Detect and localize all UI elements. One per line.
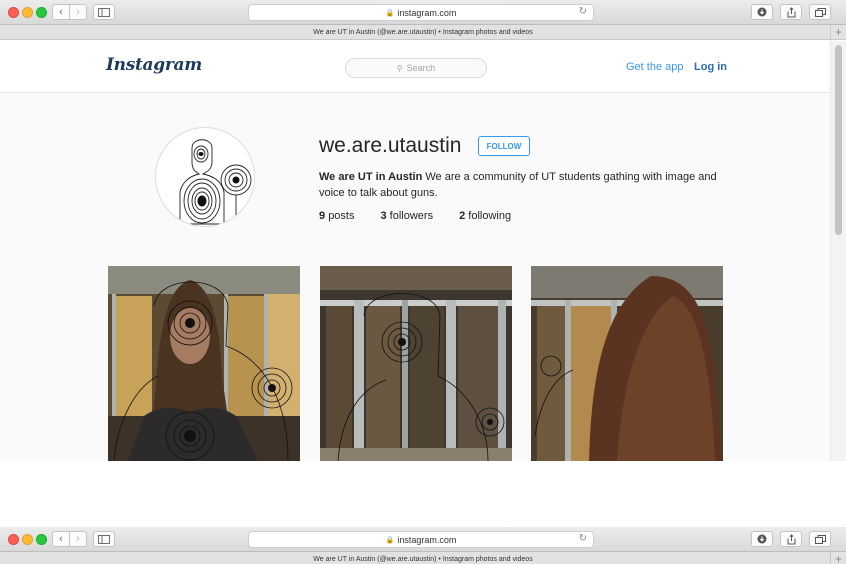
back-button[interactable]: ‹ — [52, 4, 70, 20]
instagram-header: Instagram ⚲ Search Get the app Log in — [0, 41, 830, 93]
browser-window: ‹ › 🔒 instagram.com ↻ We are UT in Austi… — [0, 0, 846, 40]
post-thumbnail[interactable] — [531, 266, 723, 461]
plus-icon: + — [834, 552, 842, 564]
post-photo-girl-with-targets — [108, 266, 300, 461]
share-button[interactable] — [780, 4, 802, 20]
profile-stats: 9 posts 3 followers 2 following — [319, 210, 537, 222]
download-icon — [757, 534, 767, 544]
sidebar-icon — [98, 7, 110, 17]
sidebar-icon — [98, 534, 110, 544]
sidebar-toggle-button[interactable] — [93, 531, 115, 547]
post-photo-back-of-head — [531, 266, 723, 461]
zoom-window-button[interactable] — [36, 534, 47, 545]
get-the-app-link[interactable]: Get the app — [626, 61, 684, 73]
posts-stat: 9 posts — [319, 210, 354, 222]
chevron-right-icon: › — [76, 533, 80, 545]
posts-label: posts — [328, 210, 355, 222]
follow-button[interactable]: FOLLOW — [478, 136, 530, 156]
sidebar-toggle-button[interactable] — [93, 4, 115, 20]
url-text: instagram.com — [397, 7, 457, 18]
close-window-button[interactable] — [8, 7, 19, 18]
downloads-button[interactable] — [751, 4, 773, 20]
zoom-window-button[interactable] — [36, 7, 47, 18]
browser-toolbar: ‹ › 🔒 instagram.com ↻ — [0, 0, 846, 25]
chevron-left-icon: ‹ — [59, 6, 63, 18]
download-icon — [757, 7, 767, 17]
followers-stat[interactable]: 3 followers — [380, 210, 433, 222]
avatar[interactable] — [155, 127, 255, 227]
tab-bar: We are UT in Austin (@we.are.utaustin) •… — [0, 552, 846, 564]
active-tab-title[interactable]: We are UT in Austin (@we.are.utaustin) •… — [313, 556, 532, 563]
search-input[interactable]: ⚲ Search — [345, 58, 487, 78]
page-scrollbar[interactable] — [830, 41, 846, 461]
following-count: 2 — [459, 210, 466, 222]
plus-icon: + — [834, 25, 842, 39]
tab-bar: We are UT in Austin (@we.are.utaustin) •… — [0, 25, 846, 40]
url-text: instagram.com — [397, 534, 457, 545]
profile-full-name: We are UT in Austin — [319, 171, 423, 183]
new-tab-button[interactable]: + — [830, 25, 846, 39]
chevron-right-icon: › — [76, 6, 80, 18]
reload-icon[interactable]: ↻ — [579, 533, 587, 544]
chevron-left-icon: ‹ — [59, 533, 63, 545]
post-photo-glass-doors — [320, 266, 512, 461]
second-browser-window: ‹ › 🔒 instagram.com ↻ We are UT in Austi… — [0, 527, 846, 564]
tab-overview-button[interactable] — [809, 4, 831, 20]
scrollbar-thumb[interactable] — [835, 45, 842, 235]
close-window-button[interactable] — [8, 534, 19, 545]
lock-icon: 🔒 — [385, 9, 395, 17]
tab-overview-button[interactable] — [809, 531, 831, 547]
share-icon — [787, 6, 795, 17]
following-label: following — [468, 210, 512, 222]
search-icon: ⚲ — [396, 63, 403, 73]
target-silhouette-icon — [179, 139, 252, 225]
tabs-icon — [814, 7, 826, 17]
forward-button[interactable]: › — [69, 4, 87, 20]
followers-count: 3 — [380, 210, 387, 222]
instagram-page: Instagram ⚲ Search Get the app Log in we… — [0, 41, 830, 461]
active-tab-title[interactable]: We are UT in Austin (@we.are.utaustin) •… — [313, 29, 532, 36]
log-in-link[interactable]: Log in — [694, 61, 727, 73]
tabs-icon — [814, 534, 826, 544]
profile-username: we.are.utaustin — [319, 134, 462, 157]
share-button[interactable] — [780, 531, 802, 547]
instagram-logo[interactable]: Instagram — [106, 55, 202, 75]
followers-label: followers — [389, 210, 434, 222]
address-bar[interactable]: 🔒 instagram.com ↻ — [248, 4, 594, 21]
profile-bio: We are UT in Austin We are a community o… — [319, 169, 729, 201]
reload-icon[interactable]: ↻ — [579, 6, 587, 17]
new-tab-button[interactable]: + — [830, 552, 846, 564]
back-button[interactable]: ‹ — [52, 531, 70, 547]
downloads-button[interactable] — [751, 531, 773, 547]
post-thumbnail[interactable] — [320, 266, 512, 461]
minimize-window-button[interactable] — [22, 534, 33, 545]
search-placeholder: Search — [406, 63, 436, 73]
share-icon — [787, 533, 795, 544]
browser-toolbar: ‹ › 🔒 instagram.com ↻ — [0, 527, 846, 552]
forward-button[interactable]: › — [69, 531, 87, 547]
minimize-window-button[interactable] — [22, 7, 33, 18]
posts-count: 9 — [319, 210, 326, 222]
lock-icon: 🔒 — [385, 536, 395, 544]
post-thumbnail[interactable] — [108, 266, 300, 461]
following-stat[interactable]: 2 following — [459, 210, 511, 222]
address-bar[interactable]: 🔒 instagram.com ↻ — [248, 531, 594, 548]
